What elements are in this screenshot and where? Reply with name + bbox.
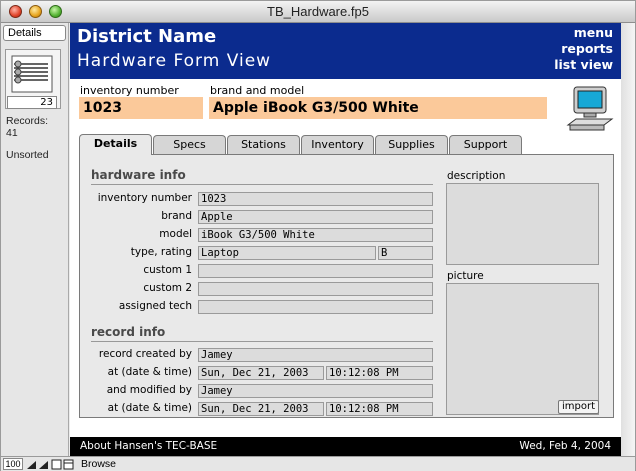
brand-model-label: brand and model <box>210 84 305 97</box>
inventory-number-field[interactable]: 1023 <box>79 97 203 119</box>
tab-stations[interactable]: Stations <box>227 135 300 154</box>
brand-model-field[interactable]: Apple iBook G3/500 White <box>209 97 547 119</box>
footer-band: About Hansen's TEC-BASE Wed, Feb 4, 2004 <box>70 437 621 456</box>
record-info-divider <box>91 341 433 342</box>
records-count: Records: 41 <box>6 115 48 139</box>
created-by-field[interactable]: Jamey <box>198 348 433 362</box>
layout-content: District Name Hardware Form View menu re… <box>70 23 621 456</box>
tab-details[interactable]: Details <box>79 134 152 155</box>
current-date: Wed, Feb 4, 2004 <box>519 440 611 452</box>
zoom-controls-icon[interactable] <box>26 459 74 470</box>
form-title: Hardware Form View <box>77 51 272 71</box>
created-date-field[interactable]: Sun, Dec 21, 2003 <box>198 366 324 380</box>
assigned-tech-row-label: assigned tech <box>118 300 192 312</box>
hardware-info-divider <box>91 184 433 185</box>
type-rating-row-label: type, rating <box>130 246 192 258</box>
menu-link[interactable]: menu <box>574 25 613 40</box>
description-label: description <box>447 170 506 182</box>
custom1-input[interactable] <box>198 264 433 278</box>
district-name: District Name <box>77 26 217 47</box>
assigned-tech-input[interactable] <box>198 300 433 314</box>
modified-time-field[interactable]: 10:12:08 PM <box>326 402 433 416</box>
tab-support[interactable]: Support <box>449 135 522 154</box>
sort-status: Unsorted <box>6 149 49 161</box>
tab-specs[interactable]: Specs <box>153 135 226 154</box>
model-row-label: model <box>159 228 192 240</box>
picture-container[interactable] <box>446 283 599 415</box>
vertical-scrollbar[interactable] <box>621 23 635 456</box>
list-view-link[interactable]: list view <box>554 57 613 72</box>
mode-indicator[interactable]: Browse <box>81 458 116 470</box>
about-link[interactable]: About Hansen's TEC-BASE <box>80 437 217 456</box>
inventory-number-input[interactable]: 1023 <box>198 192 433 206</box>
details-panel: hardware info inventory number 1023 bran… <box>79 154 614 418</box>
tab-supplies[interactable]: Supplies <box>375 135 448 154</box>
app-window: TB_Hardware.fp5 Details 23 Records: 41 U… <box>0 0 636 471</box>
modified-by-field[interactable]: Jamey <box>198 384 433 398</box>
model-input[interactable]: iBook G3/500 White <box>198 228 433 242</box>
rating-input[interactable]: B <box>378 246 433 260</box>
reports-link[interactable]: reports <box>561 41 613 56</box>
window-title: TB_Hardware.fp5 <box>267 4 369 19</box>
header-band: District Name Hardware Form View menu re… <box>70 23 621 79</box>
inventory-number-label: inventory number <box>80 84 179 97</box>
computer-icon <box>566 86 614 131</box>
picture-label: picture <box>447 270 484 282</box>
brand-row-label: brand <box>161 210 192 222</box>
hardware-info-heading: hardware info <box>91 168 186 182</box>
title-bar: TB_Hardware.fp5 <box>1 1 635 23</box>
zoom-level[interactable]: 100 <box>3 458 23 470</box>
record-info-heading: record info <box>91 325 166 339</box>
custom1-row-label: custom 1 <box>143 264 192 276</box>
modified-by-label: and modified by <box>106 384 192 396</box>
created-time-field[interactable]: 10:12:08 PM <box>326 366 433 380</box>
custom2-row-label: custom 2 <box>143 282 192 294</box>
modified-at-label: at (date & time) <box>107 402 192 414</box>
inventory-number-row-label: inventory number <box>97 192 192 204</box>
created-by-label: record created by <box>98 348 192 360</box>
status-area: Details 23 Records: 41 Unsorted <box>1 23 69 456</box>
type-input[interactable]: Laptop <box>198 246 376 260</box>
import-button[interactable]: import <box>558 400 600 414</box>
custom2-input[interactable] <box>198 282 433 296</box>
bottom-status-bar: 100 Browse <box>1 456 635 471</box>
description-field[interactable] <box>446 183 599 265</box>
records-value: 41 <box>6 127 18 139</box>
record-number-field[interactable]: 23 <box>7 96 57 109</box>
records-label: Records: <box>6 115 49 127</box>
tab-inventory[interactable]: Inventory <box>301 135 374 154</box>
modified-date-field[interactable]: Sun, Dec 21, 2003 <box>198 402 324 416</box>
brand-input[interactable]: Apple <box>198 210 433 224</box>
layout-menu[interactable]: Details <box>3 25 66 41</box>
created-at-label: at (date & time) <box>107 366 192 378</box>
